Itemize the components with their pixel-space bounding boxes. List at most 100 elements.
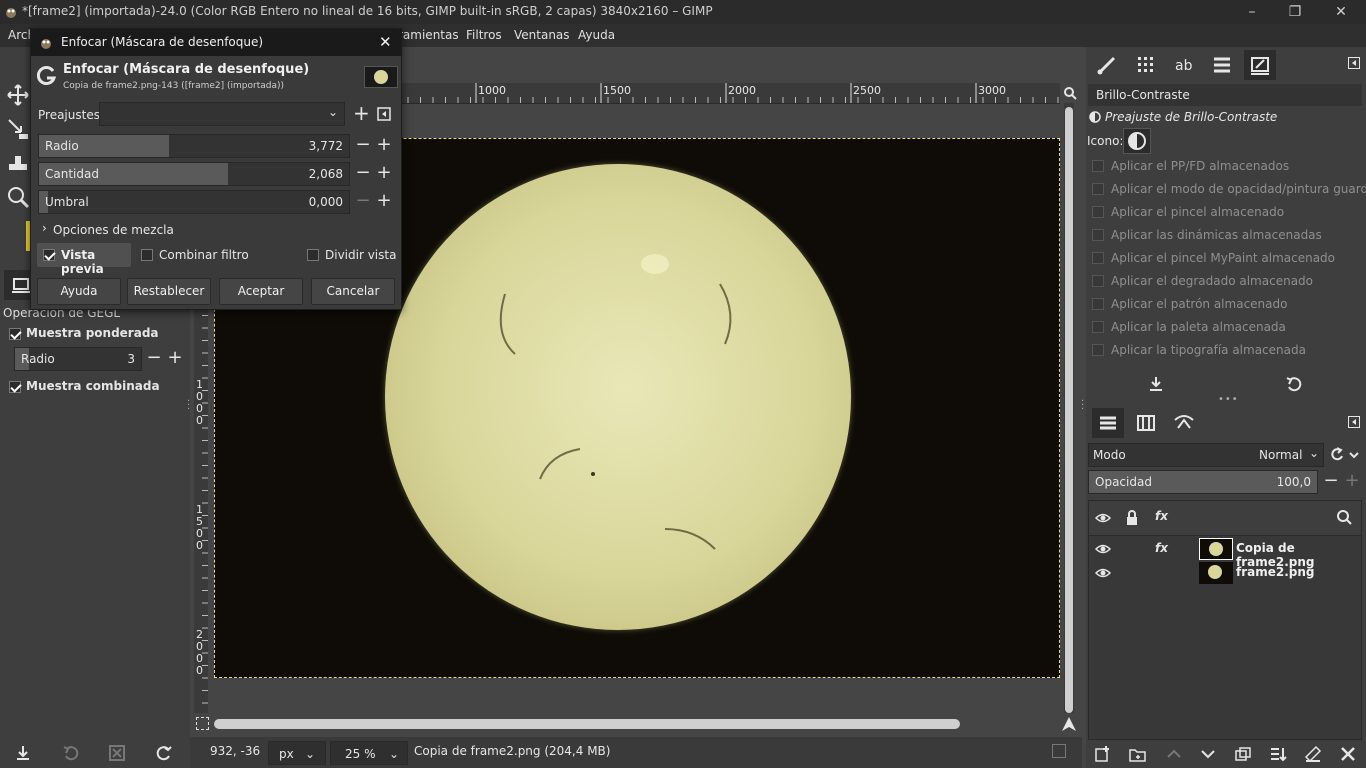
merge-layer-icon[interactable] [1269,745,1287,763]
option-checkbox-2[interactable] [1092,206,1104,218]
maximize-button[interactable]: ❐ [1285,3,1305,21]
option-checkbox-1[interactable] [1092,183,1104,195]
amount-minus-button[interactable]: − [353,162,373,186]
opacity-slider[interactable]: Opacidad 100,0 [1088,470,1318,494]
merge-filter-checkbox[interactable] [141,249,153,261]
gegl-radius-slider[interactable]: Radio 3 [14,347,142,371]
option-checkbox-6[interactable] [1092,298,1104,310]
window-title: *[frame2] (importada)-24.0 (Color RGB En… [22,4,713,18]
unit-select[interactable]: px ⌄ [268,741,326,765]
zoom-tool-icon[interactable] [5,184,31,210]
layer-row[interactable]: fx Copia de frame2.png [1089,537,1361,569]
pattern-tab-icon[interactable] [1130,50,1162,80]
layers-dock-menu-icon[interactable] [1348,416,1360,428]
gegl-radius-minus-button[interactable]: − [144,347,164,371]
move-tool-icon[interactable] [5,82,31,108]
threshold-slider[interactable]: Umbral 0,000 [38,190,350,214]
weighted-sample-checkbox[interactable] [9,328,21,340]
split-view-checkbox[interactable] [307,249,319,261]
raise-layer-icon[interactable] [1165,745,1183,763]
preset-icon-button[interactable] [1123,128,1151,154]
blend-options-expander[interactable]: Opciones de mezcla [53,223,174,237]
channels-tab-icon[interactable] [1130,408,1162,438]
tool-presets-tab-icon[interactable] [1244,50,1276,80]
delete-tool-preset-icon[interactable] [108,744,126,762]
brush-tab-icon[interactable] [1092,50,1124,80]
chevron-down-icon: ⌄ [1309,446,1320,460]
eye-icon[interactable] [1095,542,1111,556]
new-layer-icon[interactable] [1093,745,1111,763]
lower-layer-icon[interactable] [1199,745,1217,763]
navigation-preview-icon[interactable] [1052,744,1066,758]
reset-button[interactable]: Restablecer [127,278,211,305]
zoom-navigate-icon[interactable] [1063,86,1077,100]
radius-slider[interactable]: Radio 3,772 [38,134,350,158]
chevron-right-icon[interactable]: › [42,221,47,235]
threshold-plus-button[interactable]: + [374,190,394,214]
ok-button[interactable]: Aceptar [219,278,303,305]
search-icon[interactable] [1336,509,1352,525]
vertical-scrollbar[interactable] [1064,103,1074,713]
combined-sample-checkbox[interactable] [9,381,21,393]
opacity-plus-button[interactable]: + [1342,470,1362,494]
align-tool-icon[interactable] [5,116,31,142]
preview-checkbox[interactable] [43,249,55,261]
font-tab-icon[interactable]: ab [1168,50,1200,80]
dock-separator-handle[interactable]: ••• [1218,394,1239,405]
option-checkbox-0[interactable] [1092,160,1104,172]
duplicate-layer-icon[interactable] [1234,745,1252,763]
new-layer-group-icon[interactable] [1129,745,1147,763]
quick-mask-icon[interactable] [196,717,209,730]
save-preset-icon[interactable] [1148,376,1164,392]
preset-menu-icon[interactable] [377,107,391,121]
layer-row[interactable]: frame2.png [1089,561,1361,585]
close-window-button[interactable]: ✕ [1331,3,1351,21]
delete-layer-icon[interactable] [1339,745,1357,763]
fx-icon[interactable]: fx [1155,541,1168,555]
zoom-select[interactable]: 25 % ⌄ [330,741,408,765]
minimize-button[interactable]: – [1242,3,1262,21]
eye-icon[interactable] [1095,566,1111,580]
option-checkbox-8[interactable] [1092,344,1104,356]
amount-plus-button[interactable]: + [374,162,394,186]
reset-tool-options-icon[interactable] [155,744,173,762]
dialog-close-icon[interactable]: ✕ [379,33,392,51]
amount-slider[interactable]: Cantidad 2,068 [38,162,350,186]
layer-mask-icon[interactable] [1304,745,1322,763]
option-checkbox-5[interactable] [1092,275,1104,287]
radius-minus-button[interactable]: − [353,134,373,158]
radius-plus-button[interactable]: + [374,134,394,158]
restore-tool-preset-icon[interactable] [62,744,80,762]
ruler-label: 0 [196,539,203,552]
option-checkbox-7[interactable] [1092,321,1104,333]
layers-tab-icon[interactable] [1092,408,1124,438]
horizontal-scrollbar[interactable] [214,719,960,729]
opacity-minus-button[interactable]: − [1321,470,1341,494]
gegl-radius-plus-button[interactable]: + [165,347,185,371]
option-checkbox-3[interactable] [1092,229,1104,241]
menu-ayuda[interactable]: Ayuda [578,28,615,42]
cancel-button[interactable]: Cancelar [311,278,395,305]
presets-select[interactable]: ⌄ [99,102,345,126]
restore-preset-icon[interactable] [1286,376,1302,392]
preview-toggle[interactable]: Vista previa [37,243,131,276]
menu-filtros[interactable]: Filtros [466,28,502,42]
layer-mode-select[interactable]: Modo Normal ⌄ [1088,443,1324,467]
clone-tool-icon[interactable] [5,150,31,176]
help-button[interactable]: Ayuda [37,278,121,305]
menu-ventanas[interactable]: Ventanas [514,28,570,42]
split-view-label: Dividir vista [325,248,397,262]
threshold-minus-button[interactable]: − [353,190,373,214]
mode-switch-icon[interactable] [1328,446,1362,464]
ruler-label: 3000 [978,84,1006,97]
right-dock-handle[interactable]: · · · [1081,397,1084,415]
save-tool-preset-icon[interactable] [14,744,32,762]
add-preset-icon[interactable]: + [353,103,370,123]
dock-menu-icon[interactable] [1348,57,1360,69]
option-checkbox-4[interactable] [1092,252,1104,264]
navigate-icon[interactable] [1061,716,1077,732]
menu-herramientas[interactable]: ramientas [398,28,459,42]
paths-tab-icon[interactable] [1168,408,1200,438]
gradient-tab-icon[interactable] [1206,50,1238,80]
layer-name[interactable]: frame2.png [1236,565,1315,579]
